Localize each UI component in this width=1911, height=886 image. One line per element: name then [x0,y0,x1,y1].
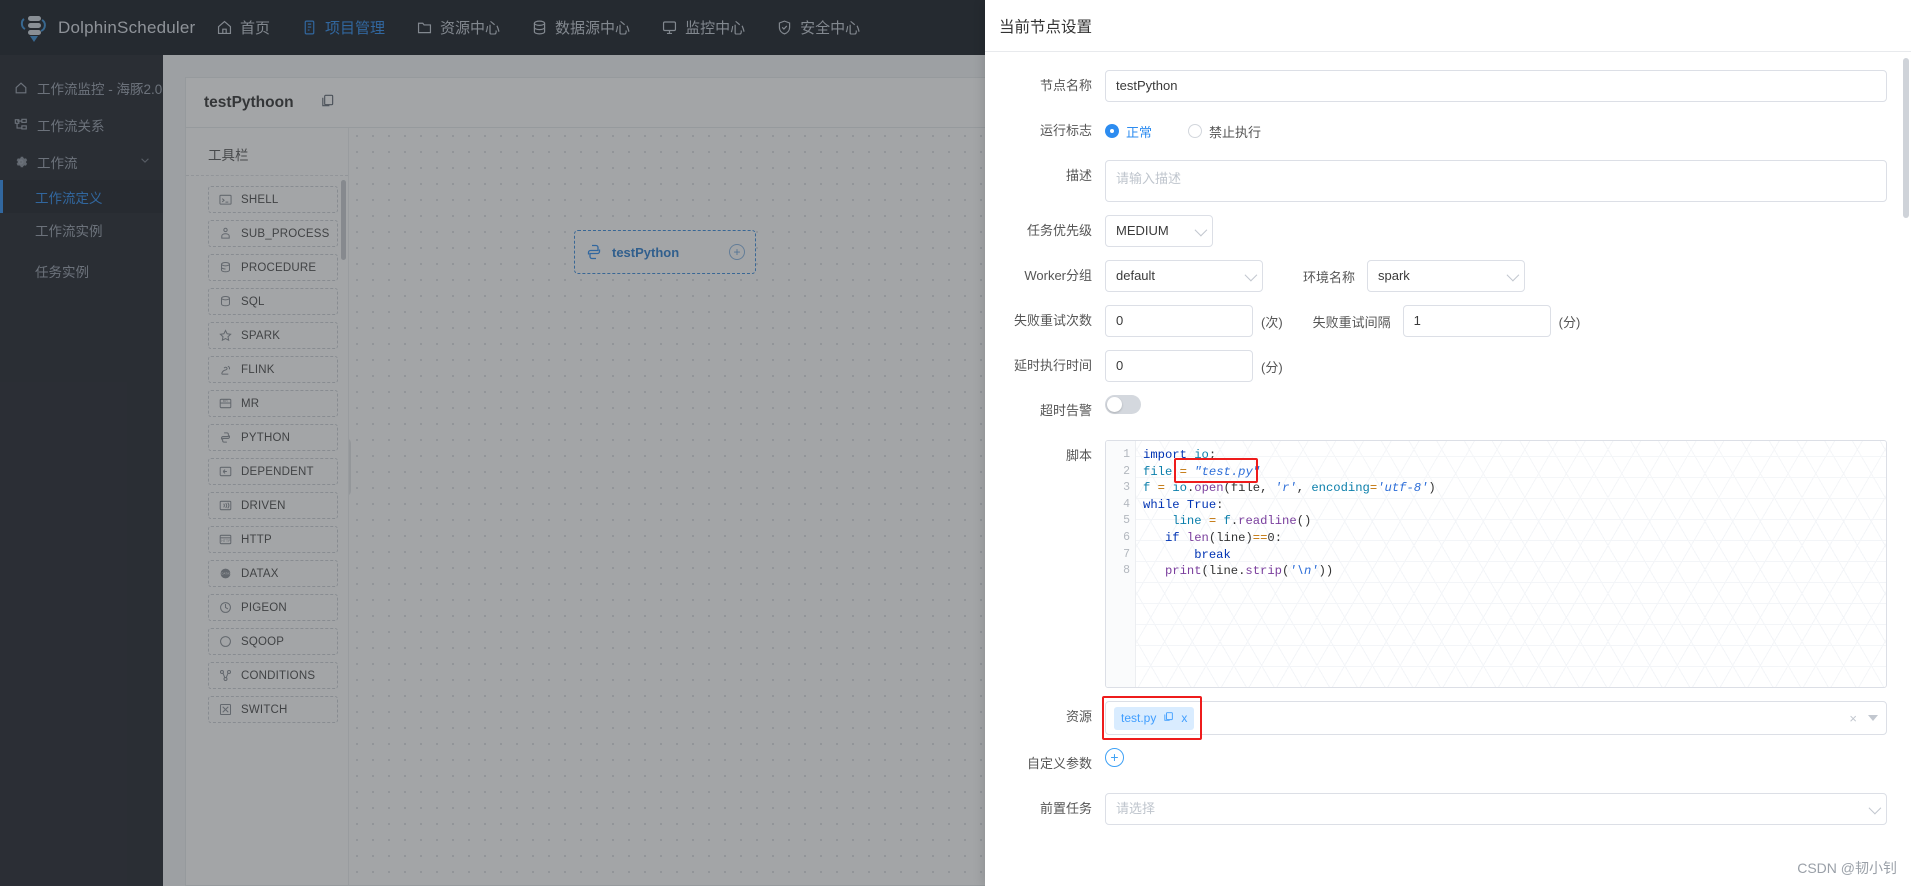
resource-select[interactable]: test.py x × [1105,701,1887,735]
field-resource: 资源 test.py x × [985,696,1887,740]
field-task-priority: 任务优先级 MEDIUM [985,215,1887,247]
select-value: MEDIUM [1116,223,1169,238]
environment-name-select[interactable]: spark [1367,260,1525,292]
add-custom-param-button[interactable]: + [1105,748,1124,767]
field-label: 前置任务 [1039,801,1092,816]
field-pre-task: 前置任务 请选择 [985,793,1887,825]
description-textarea[interactable]: 请输入描述 [1105,160,1887,202]
field-timeout-alarm: 超时告警 [985,395,1887,427]
resource-tag-label: test.py [1121,711,1157,725]
unit-label: (分) [1261,359,1283,375]
modal-backdrop[interactable] [0,0,985,886]
field-node-name: 节点名称 testPython [985,70,1887,102]
field-label: 运行标志 [1039,123,1092,138]
pre-task-select[interactable]: 请选择 [1105,793,1887,825]
field-label: 超时告警 [1039,403,1092,418]
chevron-down-icon [1868,801,1882,815]
select-value: default [1116,268,1156,283]
code-line-numbers: 12345678 [1106,441,1136,687]
watermark: CSDN @韧小钊 [1797,860,1897,876]
radio-label: 禁止执行 [1209,124,1262,140]
toggle-knob [1107,397,1122,412]
script-code-editor[interactable]: 12345678 import io; file = "test.py" f = i… [1105,440,1887,688]
dialog-scrollbar[interactable] [1903,58,1909,218]
field-fail-retry-row: 失败重试次数 0 (次) 失败重试间隔 1 (分) [985,305,1887,337]
field-label: Worker分组 [1024,268,1092,283]
field-label: 自定义参数 [1026,756,1092,771]
code-editor-content[interactable]: import io; file = "test.py" f = io.open(fi… [1136,441,1886,687]
dialog-header: 当前节点设置 [985,0,1911,52]
node-name-input[interactable]: testPython [1105,70,1887,102]
dialog-title: 当前节点设置 [999,18,1093,36]
field-custom-params: 自定义参数 + [985,748,1887,780]
field-label: 环境名称 [1302,269,1355,285]
timeout-alarm-toggle[interactable] [1105,395,1141,414]
field-label: 失败重试间隔 [1312,314,1391,330]
chevron-down-icon [1244,268,1258,282]
field-run-flag: 运行标志 正常 禁止执行 [985,115,1887,147]
unit-label: (分) [1558,314,1581,330]
copy-icon[interactable] [1163,711,1174,725]
field-label: 失败重试次数 [1013,313,1092,328]
unit-label: (次) [1261,314,1283,330]
clear-icon[interactable]: × [1849,711,1857,726]
worker-group-select[interactable]: default [1105,260,1263,292]
resource-tag-remove[interactable]: x [1181,711,1187,725]
select-placeholder: 请选择 [1116,801,1156,816]
field-script: 脚本 12345678 import io; file = "test.py" f … [985,440,1887,688]
chevron-down-icon[interactable] [1868,715,1878,721]
chevron-down-icon [1506,268,1520,282]
select-value: spark [1378,268,1410,283]
field-delay-exec-time: 延时执行时间 0 (分) [985,350,1887,382]
field-label: 延时执行时间 [1013,358,1092,373]
dialog-body: 节点名称 testPython 运行标志 正常 禁止执行 描述 请输入描述 任务… [985,52,1911,886]
radio-dot-icon [1188,124,1203,138]
radio-run-flag-normal[interactable]: 正常 [1105,122,1152,141]
radio-label: 正常 [1126,124,1153,140]
node-settings-dialog: 当前节点设置 节点名称 testPython 运行标志 正常 禁止执行 描述 请… [985,0,1911,886]
task-priority-select[interactable]: MEDIUM [1105,215,1213,247]
resource-tag[interactable]: test.py x [1114,706,1195,730]
field-label: 描述 [1065,168,1092,183]
chevron-down-icon [1194,223,1208,237]
field-label: 脚本 [1065,448,1092,463]
field-label: 节点名称 [1039,78,1092,93]
field-worker-group-row: Worker分组 default 环境名称 spark [985,260,1887,292]
radio-run-flag-forbidden[interactable]: 禁止执行 [1188,122,1261,141]
field-description: 描述 请输入描述 [985,160,1887,202]
fail-retry-interval-input[interactable]: 1 [1402,305,1551,337]
delay-exec-time-input[interactable]: 0 [1105,350,1253,382]
field-label: 资源 [1065,709,1092,724]
fail-retry-times-input[interactable]: 0 [1105,305,1253,337]
resource-clear-group: × [1849,711,1878,726]
field-label: 任务优先级 [1026,223,1092,238]
radio-dot-icon [1105,124,1119,138]
